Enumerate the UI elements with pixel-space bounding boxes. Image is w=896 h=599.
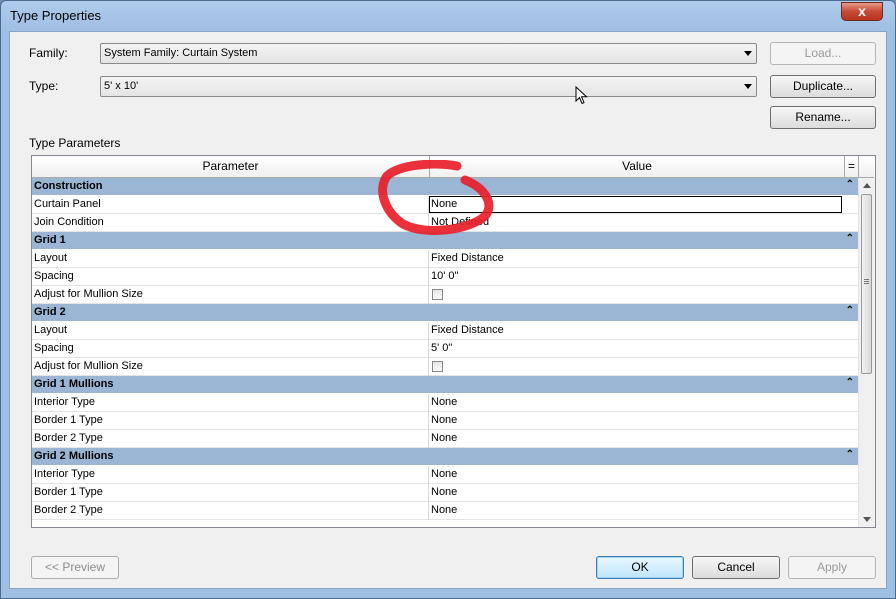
parameter-name: Spacing [34,270,74,282]
vertical-scrollbar[interactable] [858,178,875,527]
type-value: 5' x 10' [104,80,139,92]
parameter-name: Curtain Panel [34,198,101,210]
parameter-name: Interior Type [34,468,95,480]
parameter-name: Interior Type [34,396,95,408]
parameter-value[interactable]: 5' 0" [431,342,452,354]
parameter-name: Border 1 Type [34,414,103,426]
parameter-name: Border 2 Type [34,432,103,444]
group-name: Grid 2 [34,306,66,318]
type-label: Type: [29,79,59,93]
collapse-icon[interactable]: ⌃ [846,233,854,244]
dialog-body: Family: System Family: Curtain System Lo… [9,31,887,589]
window-title: Type Properties [10,8,102,23]
family-value: System Family: Curtain System [104,47,258,59]
duplicate-button[interactable]: Duplicate... [770,75,876,98]
family-dropdown[interactable]: System Family: Curtain System [100,43,757,64]
table-row: Adjust for Mullion Size [32,286,858,304]
mouse-pointer-icon [575,86,588,105]
group-name: Grid 1 [34,234,66,246]
preview-button[interactable]: << Preview [31,556,119,579]
parameter-value[interactable]: None [431,468,457,480]
collapse-icon[interactable]: ⌃ [846,305,854,316]
parameter-name: Border 2 Type [34,504,103,516]
group-header-row[interactable]: Grid 1 Mullions ⌃ [32,376,858,394]
table-row: Border 2 Type None [32,430,858,448]
collapse-icon[interactable]: ⌃ [846,179,854,190]
parameter-column-header[interactable]: Parameter [32,159,429,173]
type-dropdown[interactable]: 5' x 10' [100,76,757,97]
table-row: Layout Fixed Distance [32,322,858,340]
type-parameters-label: Type Parameters [29,136,121,150]
adjust-mullion-checkbox[interactable] [432,361,443,372]
parameter-value[interactable]: Fixed Distance [431,324,504,336]
parameter-name: Adjust for Mullion Size [34,288,143,300]
scroll-up-icon[interactable] [863,183,871,188]
table-row: Border 1 Type None [32,412,858,430]
load-button[interactable]: Load... [770,42,876,65]
title-bar: Type Properties x [1,1,895,31]
parameter-name: Spacing [34,342,74,354]
formula-column-header[interactable]: = [845,159,858,173]
family-label: Family: [29,46,68,60]
apply-button[interactable]: Apply [788,556,876,579]
table-row: Adjust for Mullion Size [32,358,858,376]
table-row: Interior Type None [32,466,858,484]
rename-button[interactable]: Rename... [770,106,876,129]
parameter-value[interactable]: None [431,414,457,426]
ok-button[interactable]: OK [596,556,684,579]
parameter-name: Layout [34,324,68,336]
parameter-value[interactable]: None [431,396,457,408]
collapse-icon[interactable]: ⌃ [846,377,854,388]
parameter-name: Layout [34,252,68,264]
chevron-down-icon [744,84,752,89]
scrollbar-thumb[interactable] [861,194,872,374]
cancel-button[interactable]: Cancel [692,556,780,579]
table-row: Border 2 Type None [32,502,858,520]
adjust-mullion-checkbox[interactable] [432,289,443,300]
parameter-name: Adjust for Mullion Size [34,360,143,372]
parameter-value[interactable]: None [431,432,457,444]
group-name: Grid 2 Mullions [34,450,114,462]
table-row: Border 1 Type None [32,484,858,502]
group-name: Construction [34,180,103,192]
red-annotation-circle [378,160,494,235]
scroll-down-icon[interactable] [863,517,871,522]
close-button[interactable]: x [841,2,883,21]
parameter-value[interactable]: None [431,504,457,516]
group-name: Grid 1 Mullions [34,378,114,390]
parameter-value[interactable]: None [431,486,457,498]
group-header-row[interactable]: Grid 2 Mullions ⌃ [32,448,858,466]
parameter-value[interactable]: 10' 0" [431,270,458,282]
table-row: Interior Type None [32,394,858,412]
parameter-name: Border 1 Type [34,486,103,498]
table-row: Spacing 5' 0" [32,340,858,358]
collapse-icon[interactable]: ⌃ [846,449,854,460]
parameter-value[interactable]: Fixed Distance [431,252,504,264]
parameter-name: Join Condition [34,216,104,228]
chevron-down-icon [744,51,752,56]
table-row: Layout Fixed Distance [32,250,858,268]
table-row: Spacing 10' 0" [32,268,858,286]
group-header-row[interactable]: Grid 2 ⌃ [32,304,858,322]
type-properties-window: Type Properties x Family: System Family:… [0,0,896,599]
